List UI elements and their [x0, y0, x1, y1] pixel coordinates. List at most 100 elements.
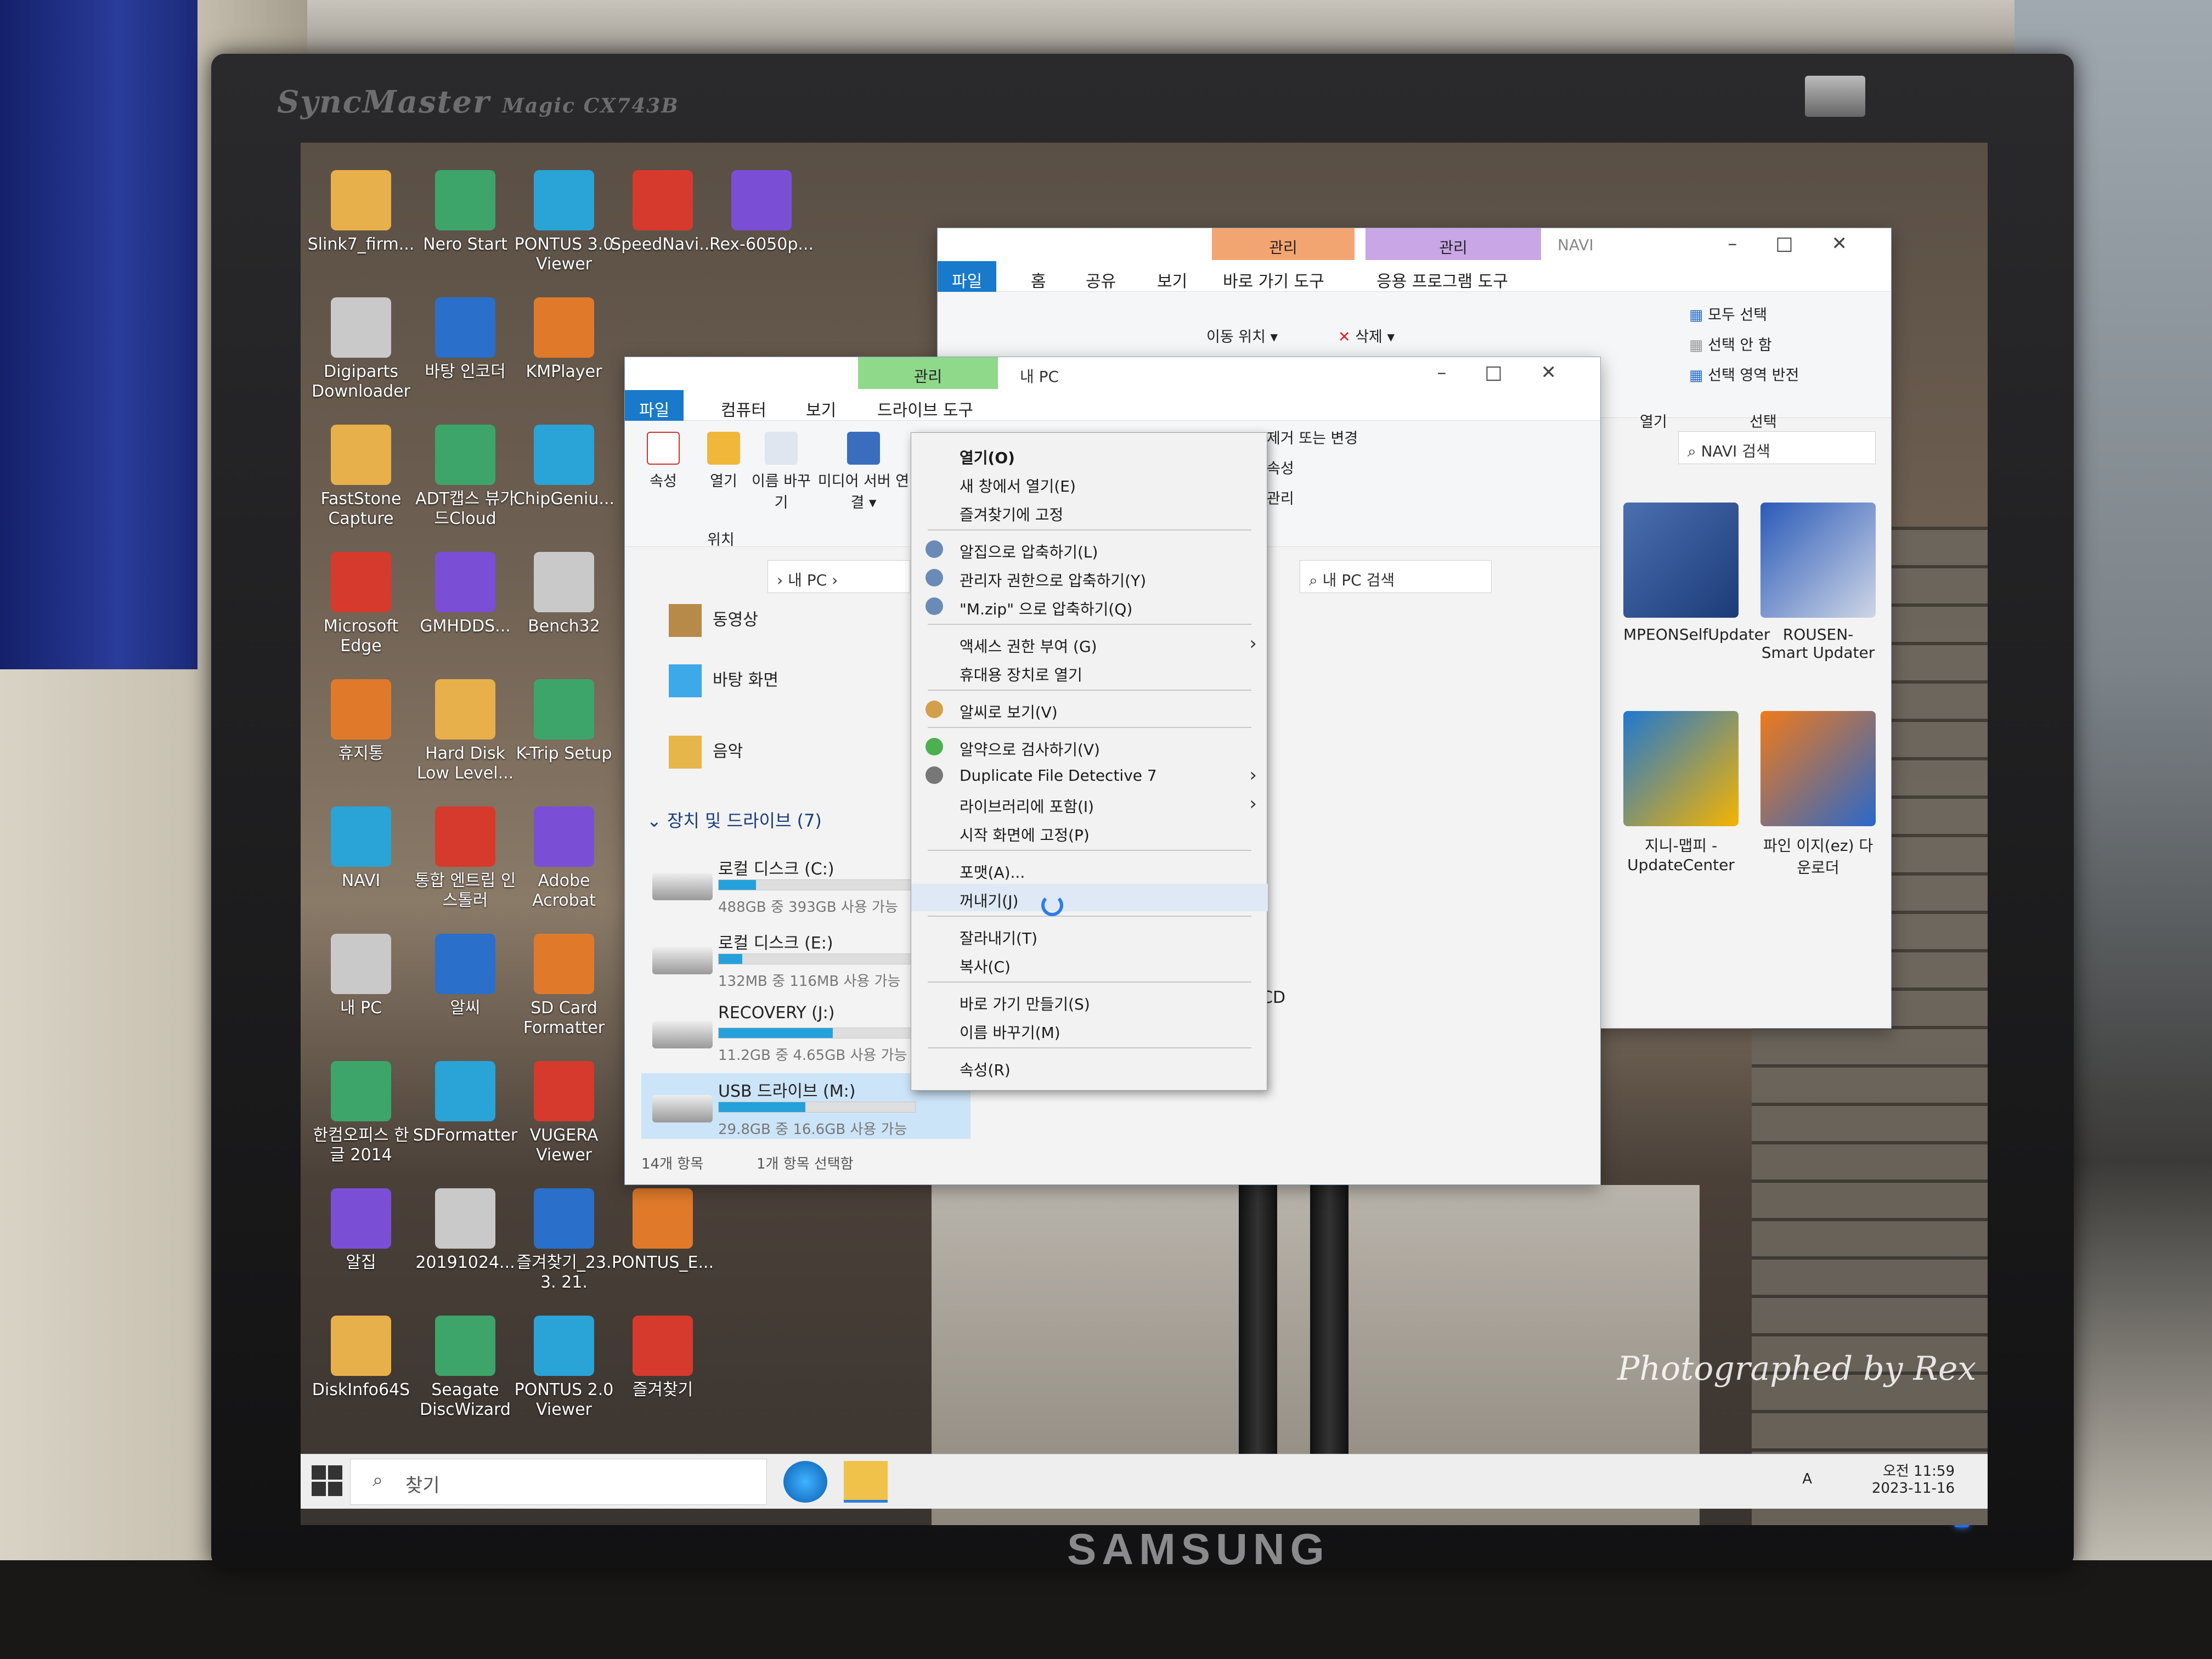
context-menu-item[interactable]: 액세스 권한 부여 (G) ›: [911, 629, 1268, 657]
mypc-system-properties-button[interactable]: 속성: [1267, 456, 1294, 478]
mypc-media-server-button[interactable]: 미디어 서버 연결 ▾: [817, 432, 910, 512]
desktop-icon[interactable]: ChipGeniu...: [509, 425, 619, 509]
taskbar-file-explorer-icon[interactable]: [844, 1461, 888, 1503]
navi-item-mpeon[interactable]: MPEONSelfUpdater: [1623, 503, 1770, 644]
mypc-tab-view[interactable]: 보기: [806, 397, 836, 421]
desktop-icon[interactable]: SDFormatter: [410, 1061, 520, 1146]
navi-caption-buttons[interactable]: –□✕: [1728, 233, 1886, 255]
tray-clock-date[interactable]: 2023-11-16: [1872, 1480, 1955, 1497]
desktop-icon[interactable]: PONTUS 2.0 Viewer: [509, 1316, 619, 1420]
context-menu-item[interactable]: 알집으로 압축하기(L): [911, 535, 1268, 562]
navi-tab-share[interactable]: 공유: [1086, 268, 1116, 292]
folder-desktop[interactable]: 바탕 화면: [669, 664, 778, 697]
navi-tab-view[interactable]: 보기: [1157, 268, 1187, 292]
navi-delete-button[interactable]: ✕ 삭제 ▾: [1338, 325, 1395, 346]
context-menu-item[interactable]: 바로 가기 만들기(S): [911, 987, 1268, 1014]
mypc-properties-button[interactable]: 속성: [636, 432, 691, 490]
desktop-icon[interactable]: 알집: [306, 1188, 416, 1273]
taskbar-edge-icon[interactable]: [783, 1461, 827, 1503]
mypc-caption-buttons[interactable]: –□✕: [1437, 362, 1595, 383]
desktop-icon[interactable]: PONTUS 3.0 Viewer: [509, 170, 619, 274]
context-menu-item[interactable]: 속성(R): [911, 1053, 1268, 1080]
navi-item-finez[interactable]: 파인 이지(ez) 다운로더: [1760, 711, 1876, 878]
navi-move-to-button[interactable]: 이동 위치 ▾: [1206, 325, 1278, 346]
navi-tab-home[interactable]: 홈: [1031, 268, 1046, 292]
navi-manage-tab-app[interactable]: 관리: [1365, 228, 1541, 260]
mypc-uninstall-button[interactable]: 제거 또는 변경: [1267, 426, 1358, 448]
mypc-rename-button[interactable]: 이름 바꾸기: [751, 432, 811, 512]
navi-item-update-center[interactable]: 지니-맵피 -UpdateCenter: [1623, 711, 1739, 874]
desktop-icon[interactable]: Slink7_firm...: [306, 170, 416, 255]
mypc-open-button[interactable]: 열기: [696, 432, 751, 490]
desktop-icon[interactable]: GMHDDS...: [410, 552, 520, 636]
desktop-icon[interactable]: Rex-6050p...: [707, 170, 816, 255]
desktop-icon[interactable]: 휴지통: [306, 679, 416, 764]
desktop-icon[interactable]: 알씨: [410, 934, 520, 1018]
desktop-icon[interactable]: Seagate DiscWizard: [410, 1316, 520, 1420]
desktop-icon[interactable]: Hard Disk Low Level...: [410, 679, 520, 783]
desktop-icon[interactable]: 즐겨찾기: [608, 1316, 718, 1400]
context-menu-item[interactable]: 잘라내기(T): [911, 921, 1268, 949]
mypc-tab-file[interactable]: 파일: [625, 390, 684, 421]
folder-music[interactable]: 음악: [669, 736, 743, 769]
start-button[interactable]: [312, 1465, 345, 1498]
tray-clock-time[interactable]: 오전 11:59: [1872, 1460, 1955, 1480]
desktop-icon[interactable]: Bench32: [509, 552, 619, 636]
folder-videos[interactable]: 동영상: [669, 604, 758, 637]
mypc-titlebar[interactable]: 관리 내 PC –□✕: [625, 357, 1600, 390]
context-menu-item[interactable]: 알약으로 검사하기(V): [911, 732, 1268, 760]
context-menu-item[interactable]: 복사(C): [911, 950, 1268, 977]
tray-ime-indicator[interactable]: A: [1802, 1471, 1812, 1487]
desktop-icon[interactable]: SpeedNavi...: [608, 170, 718, 255]
navi-tab-file[interactable]: 파일: [938, 261, 997, 292]
mypc-manage-tab[interactable]: 관리: [858, 357, 998, 389]
navi-titlebar[interactable]: 관리 관리 NAVI –□✕: [938, 228, 1891, 261]
desktop-icon[interactable]: SD Card Formatter: [509, 934, 619, 1038]
context-menu-item[interactable]: 알씨로 보기(V): [911, 695, 1268, 723]
desktop-icon[interactable]: ADT캡스 뷰가드Cloud: [410, 425, 520, 529]
mypc-tab-computer[interactable]: 컴퓨터: [721, 397, 766, 421]
context-menu-item[interactable]: 즐겨찾기에 고정: [911, 498, 1268, 525]
mypc-search-box[interactable]: ⌕ 내 PC 검색: [1300, 560, 1492, 593]
desktop-icon[interactable]: 20191024...: [410, 1188, 520, 1273]
desktop-icon[interactable]: KMPlayer: [509, 297, 619, 382]
mypc-address-bar[interactable]: › 내 PC ›: [768, 560, 910, 593]
desktop-icon[interactable]: 내 PC: [306, 934, 416, 1018]
context-menu-item[interactable]: 열기(O): [911, 441, 1268, 468]
desktop-icon[interactable]: K-Trip Setup: [509, 679, 619, 764]
taskbar-search-box[interactable]: ⌕ 찾기: [350, 1459, 767, 1505]
drives-section-header[interactable]: ⌄ 장치 및 드라이브 (7): [647, 807, 822, 832]
context-menu-item[interactable]: 새 창에서 열기(E): [911, 469, 1268, 496]
context-menu-item[interactable]: 휴대용 장치로 열기: [911, 658, 1268, 685]
navi-tab-app-tools[interactable]: 응용 프로그램 도구: [1376, 268, 1508, 292]
desktop-icon[interactable]: 즐겨찾기_23. 3. 21.: [509, 1188, 619, 1293]
context-menu-item[interactable]: 꺼내기(J): [911, 884, 1268, 911]
context-menu-item[interactable]: 이름 바꾸기(M): [911, 1015, 1268, 1043]
context-menu-item[interactable]: 시작 화면에 고정(P): [911, 818, 1268, 845]
navi-select-none-button[interactable]: ▦ 선택 안 함: [1689, 333, 1772, 354]
mypc-manage-button[interactable]: 관리: [1267, 487, 1294, 508]
desktop-icon[interactable]: PONTUS_E...: [608, 1188, 718, 1273]
desktop-icon[interactable]: Microsoft Edge: [306, 552, 416, 656]
context-menu-item[interactable]: "M.zip" 으로 압축하기(Q): [911, 592, 1268, 619]
navi-tab-shortcut-tools[interactable]: 바로 가기 도구: [1223, 268, 1324, 292]
context-menu-item[interactable]: Duplicate File Detective 7 ›: [911, 761, 1268, 788]
navi-invert-selection-button[interactable]: ▦ 선택 영역 반전: [1689, 363, 1799, 385]
navi-search-box[interactable]: ⌕ NAVI 검색: [1678, 431, 1876, 464]
context-menu-item[interactable]: 라이브러리에 포함(I) ›: [911, 789, 1268, 817]
system-tray[interactable]: A 오전 11:59 2023-11-16: [1802, 1460, 1955, 1497]
context-menu-item[interactable]: 관리자 권한으로 압축하기(Y): [911, 563, 1268, 591]
desktop-icon[interactable]: VUGERA Viewer: [509, 1061, 619, 1165]
navi-item-rousen[interactable]: ROUSEN-Smart Updater: [1760, 503, 1876, 662]
desktop-icon[interactable]: Digiparts Downloader: [306, 297, 416, 402]
desktop-icon[interactable]: 통합 엔트립 인스톨러: [410, 806, 520, 911]
desktop-icon[interactable]: 한컴오피스 한글 2014: [306, 1061, 416, 1165]
navi-select-all-button[interactable]: ▦ 모두 선택: [1689, 303, 1767, 324]
mypc-tab-drive-tools[interactable]: 드라이브 도구: [877, 397, 973, 421]
desktop-icon[interactable]: Nero Start: [410, 170, 520, 255]
context-menu-item[interactable]: 포맷(A)...: [911, 855, 1268, 883]
desktop-icon[interactable]: FastStone Capture: [306, 425, 416, 529]
desktop-icon[interactable]: Adobe Acrobat: [509, 806, 619, 911]
desktop-icon[interactable]: 바탕 인코더: [410, 297, 520, 382]
desktop-icon[interactable]: DiskInfo64S: [306, 1316, 416, 1400]
